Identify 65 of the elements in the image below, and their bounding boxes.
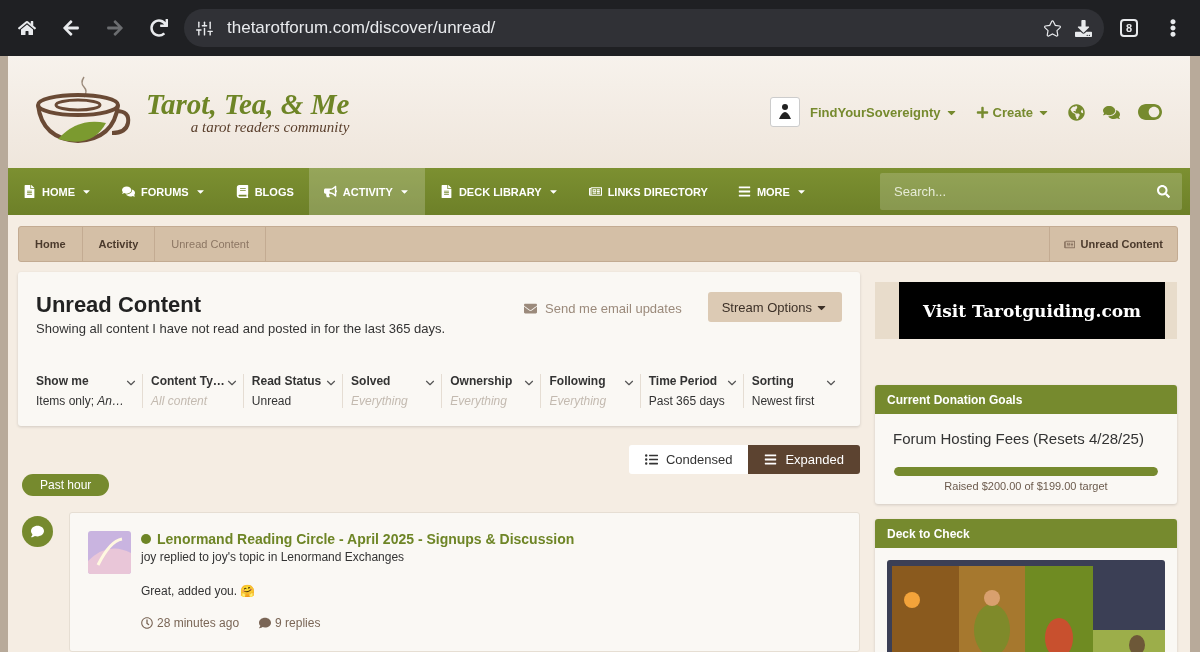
view-mode-button[interactable]: Condensed bbox=[628, 445, 749, 474]
document-icon bbox=[588, 185, 602, 198]
filter-dropdown[interactable]: Time Period Past 365 days bbox=[639, 374, 743, 408]
site-settings-icon[interactable] bbox=[196, 19, 213, 37]
clock-icon bbox=[141, 617, 153, 629]
nav-tab[interactable]: BLOGS bbox=[220, 168, 309, 215]
filter-dropdown[interactable]: Following Everything bbox=[540, 374, 640, 408]
ad-banner[interactable]: Visit Tarotguiding.com bbox=[875, 282, 1177, 339]
document-icon bbox=[1063, 238, 1075, 250]
filter-dropdown[interactable]: Show me Items only; An… bbox=[36, 374, 143, 408]
view-mode-button[interactable]: Expanded bbox=[748, 445, 860, 474]
stream-options-button[interactable]: Stream Options bbox=[707, 292, 842, 322]
filter-dropdown[interactable]: Read Status Unread bbox=[242, 374, 343, 408]
progress-caption: Raised $200.00 of $199.00 target bbox=[943, 480, 1109, 492]
page-title: Unread Content bbox=[36, 292, 202, 318]
nav-tab[interactable]: LINKS DIRECTORY bbox=[573, 168, 723, 215]
chat-icon bbox=[122, 185, 135, 198]
nav-tab[interactable]: MORE bbox=[722, 168, 822, 215]
breadcrumb-page-link[interactable]: Unread Content bbox=[1048, 227, 1177, 261]
globe-icon[interactable] bbox=[1068, 103, 1085, 121]
logo-tagline: a tarot readers community bbox=[190, 119, 350, 136]
nav-tab[interactable]: DECK LIBRARY bbox=[424, 168, 574, 215]
time-group-label: Past hour bbox=[22, 474, 110, 496]
avatar-icon bbox=[88, 531, 131, 574]
search-input[interactable]: Search... bbox=[892, 183, 1157, 200]
user-menu-link[interactable]: FindYourSovereignty bbox=[770, 97, 958, 127]
post-meta: joy replied to joy's topic in Lenormand Exchanges bbox=[141, 550, 406, 564]
email-updates-link[interactable]: Send me email updates bbox=[524, 300, 682, 316]
page-icon bbox=[23, 185, 36, 198]
tab-count[interactable]: 8 bbox=[1119, 19, 1139, 37]
star-icon[interactable] bbox=[1044, 19, 1061, 37]
page-icon bbox=[439, 185, 453, 198]
list-icon bbox=[644, 453, 658, 466]
avatar-icon bbox=[770, 97, 801, 127]
goal-name: Forum Hosting Fees (Resets 4/28/25) bbox=[892, 429, 1145, 447]
filter-dropdown[interactable]: Sorting Newest first bbox=[742, 374, 842, 408]
topic-title-link[interactable]: Lenormand Reading Circle - April 2025 - Signups & Discussion bbox=[141, 531, 575, 547]
create-link[interactable]: Create bbox=[975, 104, 1050, 120]
megaphone-icon bbox=[323, 185, 337, 198]
filter-dropdown[interactable]: Solved Everything bbox=[342, 374, 442, 408]
widget-title: Current Donation Goals bbox=[875, 385, 1177, 414]
menu-icon bbox=[737, 185, 751, 198]
filter-dropdown[interactable]: Content Ty… All content bbox=[142, 374, 243, 408]
nav-tab[interactable]: FORUMS bbox=[107, 168, 221, 215]
chat-icon[interactable] bbox=[1103, 103, 1120, 121]
comment-icon bbox=[22, 516, 53, 547]
search-field[interactable]: Search... bbox=[880, 173, 1182, 210]
breadcrumb-link[interactable]: Home bbox=[19, 227, 83, 261]
filter-dropdown[interactable]: Ownership Everything bbox=[441, 374, 541, 408]
plus-icon bbox=[975, 105, 989, 119]
reply-count: 9 replies bbox=[259, 616, 321, 630]
address-bar[interactable]: thetarotforum.com/discover/unread/ bbox=[184, 9, 1104, 47]
logo-title: Tarot, Tea, & Me bbox=[146, 88, 350, 121]
book-icon bbox=[235, 185, 249, 198]
comment-icon bbox=[259, 617, 272, 629]
breadcrumb-link[interactable]: Activity bbox=[82, 227, 156, 261]
post-snippet: Great, added you. 🤗 bbox=[141, 584, 257, 598]
widget-title: Deck to Check bbox=[875, 519, 1177, 548]
post-time: 28 minutes ago bbox=[141, 616, 240, 630]
page-description: Showing all content I have not read and posted in for the last 365 days. bbox=[36, 321, 446, 336]
search-icon[interactable] bbox=[1157, 185, 1170, 198]
nav-tab[interactable]: HOME bbox=[8, 168, 107, 215]
download-icon[interactable] bbox=[1075, 19, 1092, 37]
lines-icon bbox=[764, 453, 778, 466]
envelope-icon bbox=[524, 301, 538, 315]
